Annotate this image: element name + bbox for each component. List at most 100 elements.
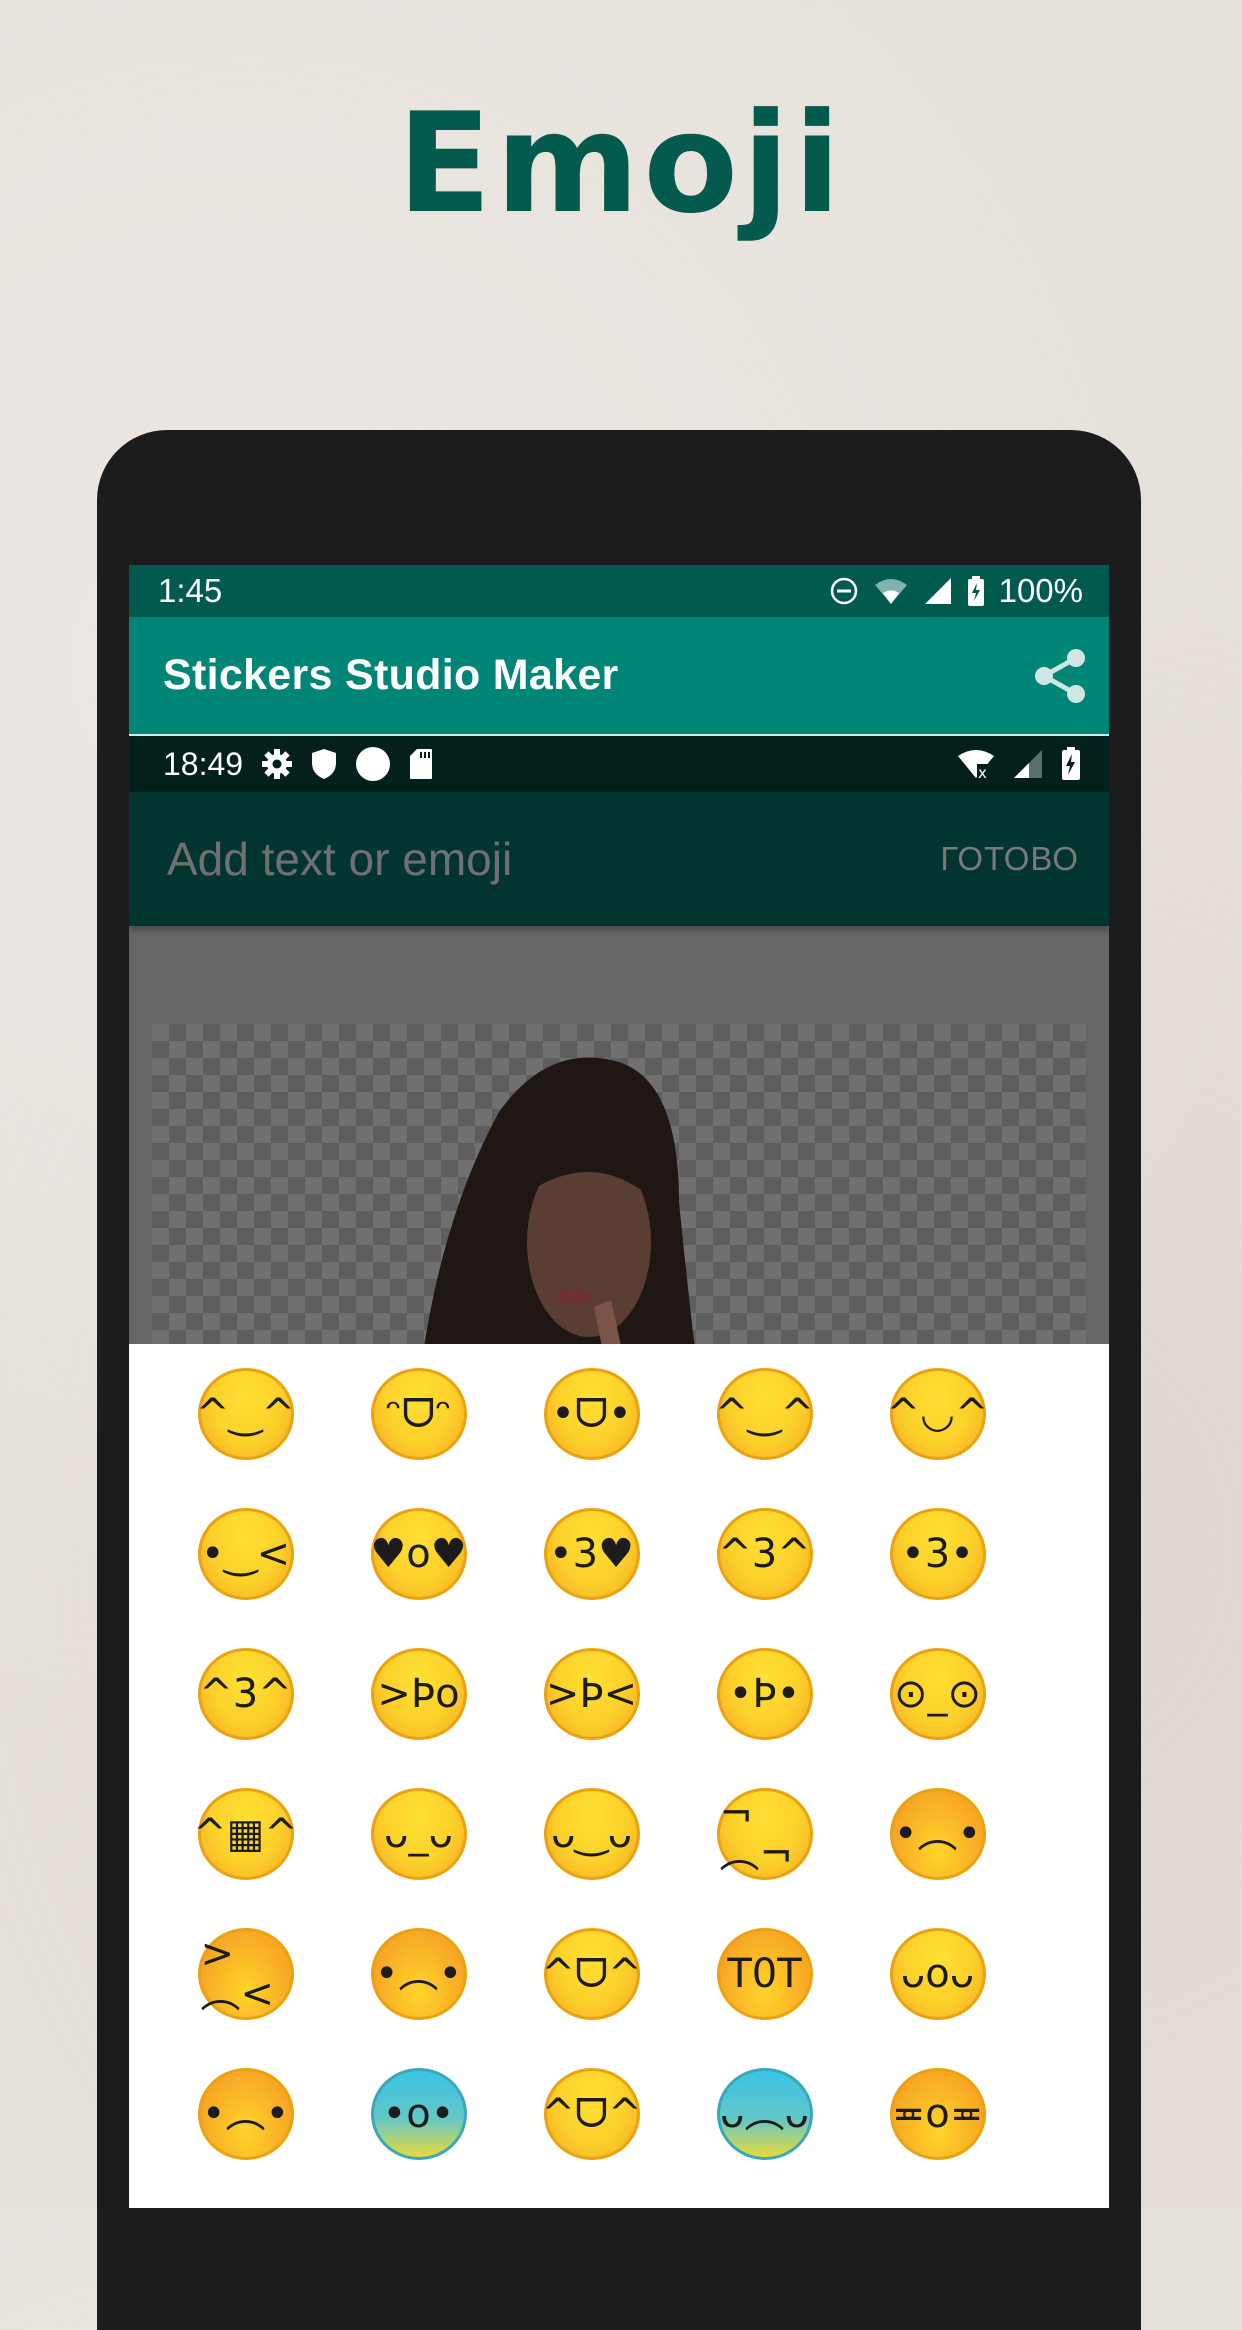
weary-face-icon: ≖o≖: [889, 2068, 986, 2160]
emoji-face-glyph: ♥o♥: [370, 1531, 467, 1577]
emoji-face-glyph: ᵔᗜᵔ: [385, 1391, 452, 1437]
share-icon[interactable]: [1029, 645, 1091, 707]
inner-status-time: 18:49: [163, 745, 244, 782]
kissing-smiling-eyes-icon: ^3^: [716, 1508, 813, 1600]
circle-icon: [355, 746, 391, 782]
emoji-kissing-closed-eyes[interactable]: ^3^: [159, 1644, 332, 1744]
sticker-photo: [424, 1057, 695, 1344]
emoji-grinning-big-eyes[interactable]: ᵔᗜᵔ: [332, 1364, 505, 1464]
emoji-face-glyph: ^‿^: [714, 1391, 815, 1437]
emoji-crying-face[interactable]: •︵•: [332, 1924, 505, 2024]
battery-charging-icon: [1061, 747, 1081, 781]
emoji-worried-face[interactable]: •︵•: [851, 1784, 1024, 1884]
emoji-winking-tongue[interactable]: >Þo: [332, 1644, 505, 1744]
app-bar: Stickers Studio Maker: [129, 617, 1109, 736]
emoji-face-glyph: •︵•: [374, 1951, 463, 1997]
emoji-sad-sweat[interactable]: •︵•: [159, 2064, 332, 2164]
emoji-grinning-sweat[interactable]: ^ᗜ^: [505, 2064, 678, 2164]
squinting-tongue-icon: >Þ<: [543, 1648, 640, 1740]
emoji-picker: ^‿^ ᵔᗜᵔ •ᗜ• ^‿^ ^◡^ •‿< ♥o♥ •3♥ ^3^ •3• ^3^ >Þo >Þ< •…: [129, 1344, 1109, 2164]
winking-face-icon: •‿<: [197, 1508, 294, 1600]
emoji-face-glyph: •ᗜ•: [551, 1391, 632, 1437]
emoji-kissing-face[interactable]: •3•: [851, 1504, 1024, 1604]
tongue-out-icon: •Þ•: [716, 1648, 813, 1740]
emoji-tears-of-joy[interactable]: ^ᗜ^: [505, 1924, 678, 2024]
done-button[interactable]: ГОТОВО: [940, 840, 1079, 878]
status-icons: 100%: [829, 572, 1083, 610]
emoji-tired-face[interactable]: >︵<: [159, 1924, 332, 2024]
grinning-big-eyes-icon: ᵔᗜᵔ: [370, 1368, 467, 1460]
loudly-crying-icon: T0T: [716, 1928, 813, 2020]
add-text-input[interactable]: [167, 832, 867, 886]
emoji-downcast-sweat[interactable]: ᴗ︵ᴗ: [678, 2064, 851, 2164]
unamused-face-icon: ¬︵¬: [716, 1788, 813, 1880]
emoji-face-glyph: •‿<: [200, 1531, 291, 1577]
emoji-face-glyph: ᴗ‿ᴗ: [550, 1811, 633, 1857]
emoji-face-glyph: •o•: [382, 2091, 455, 2137]
battery-percent: 100%: [998, 572, 1083, 609]
svg-text:x: x: [978, 764, 987, 780]
emoji-beaming-grin[interactable]: ^▦^: [159, 1784, 332, 1884]
device-status-bar: 1:45 100%: [129, 565, 1109, 617]
downcast-sweat-icon: ᴗ︵ᴗ: [716, 2068, 813, 2160]
emoji-grinning-face[interactable]: •ᗜ•: [505, 1364, 678, 1464]
emoji-pensive-face[interactable]: ᴗ_ᴗ: [332, 1784, 505, 1884]
crying-face-icon: •︵•: [370, 1928, 467, 2020]
emoji-unamused-face[interactable]: ¬︵¬: [678, 1784, 851, 1884]
smiling-blush-icon: ^‿^: [714, 1368, 815, 1460]
emoji-anxious-sweat[interactable]: •o•: [332, 2064, 505, 2164]
emoji-face-glyph: ≖o≖: [891, 2091, 984, 2137]
emoji-face-glyph: •3♥: [549, 1531, 634, 1577]
emoji-kissing-smiling-eyes[interactable]: ^3^: [678, 1504, 851, 1604]
emoji-grinning-squinting-open[interactable]: ^‿^: [159, 1364, 332, 1464]
emoji-face-glyph: >Þ<: [545, 1671, 638, 1717]
app-title: Stickers Studio Maker: [163, 651, 619, 699]
flushed-face-icon: ⊙_⊙: [889, 1648, 986, 1740]
kissing-heart-icon: •3♥: [543, 1508, 640, 1600]
wifi-off-icon: x: [957, 748, 995, 780]
emoji-face-glyph: ᴗ_ᴗ: [384, 1811, 453, 1857]
do-not-disturb-icon: [829, 576, 859, 606]
emoji-flushed-face[interactable]: ⊙_⊙: [851, 1644, 1024, 1744]
emoji-face-glyph: ^3^: [199, 1671, 292, 1717]
smiling-blush-small-icon: ^◡^: [887, 1368, 988, 1460]
emoji-heart-eyes[interactable]: ♥o♥: [332, 1504, 505, 1604]
emoji-weary-face[interactable]: ≖o≖: [851, 2064, 1024, 2164]
anxious-sweat-icon: •o•: [370, 2068, 467, 2160]
emoji-face-glyph: ¬︵¬: [719, 1791, 794, 1877]
kissing-face-icon: •3•: [889, 1508, 986, 1600]
emoji-face-glyph: T0T: [727, 1951, 802, 1997]
worried-face-icon: •︵•: [889, 1788, 986, 1880]
emoji-relieved-face[interactable]: ᴗ‿ᴗ: [505, 1784, 678, 1884]
relieved-face-icon: ᴗ‿ᴗ: [543, 1788, 640, 1880]
winking-tongue-icon: >Þo: [370, 1648, 467, 1740]
emoji-loudly-crying[interactable]: T0T: [678, 1924, 851, 2024]
gear-icon: [261, 748, 293, 780]
heart-eyes-icon: ♥o♥: [370, 1508, 467, 1600]
emoji-smiling-blush-small[interactable]: ^◡^: [851, 1364, 1024, 1464]
sticker-canvas[interactable]: [129, 926, 1109, 1344]
tired-face-icon: >︵<: [197, 1928, 294, 2020]
emoji-face-glyph: •︵•: [893, 1811, 982, 1857]
grinning-face-icon: •ᗜ•: [543, 1368, 640, 1460]
emoji-squinting-tongue[interactable]: >Þ<: [505, 1644, 678, 1744]
sad-sweat-icon: •︵•: [197, 2068, 294, 2160]
pensive-face-icon: ᴗ_ᴗ: [370, 1788, 467, 1880]
emoji-face-glyph: •3•: [901, 1531, 974, 1577]
grinning-squinting-open-icon: ^‿^: [196, 1368, 295, 1460]
emoji-face-glyph: ^3^: [718, 1531, 811, 1577]
emoji-face-glyph: ^▦^: [193, 1811, 298, 1857]
emoji-face-glyph: ᴗoᴗ: [900, 1951, 975, 1997]
emoji-face-glyph: ᴗ︵ᴗ: [720, 2091, 809, 2137]
emoji-face-glyph: •Þ•: [728, 1671, 801, 1717]
emoji-face-glyph: •︵•: [201, 2091, 290, 2137]
sd-card-icon: [409, 748, 433, 780]
emoji-sleepy-face[interactable]: ᴗoᴗ: [851, 1924, 1024, 2024]
signal-icon: [923, 576, 953, 606]
wifi-icon: [873, 576, 909, 606]
inner-status-bar: 18:49 x: [129, 736, 1109, 792]
emoji-smiling-blush[interactable]: ^‿^: [678, 1364, 851, 1464]
emoji-tongue-out[interactable]: •Þ•: [678, 1644, 851, 1744]
emoji-winking-face[interactable]: •‿<: [159, 1504, 332, 1604]
emoji-kissing-heart[interactable]: •3♥: [505, 1504, 678, 1604]
